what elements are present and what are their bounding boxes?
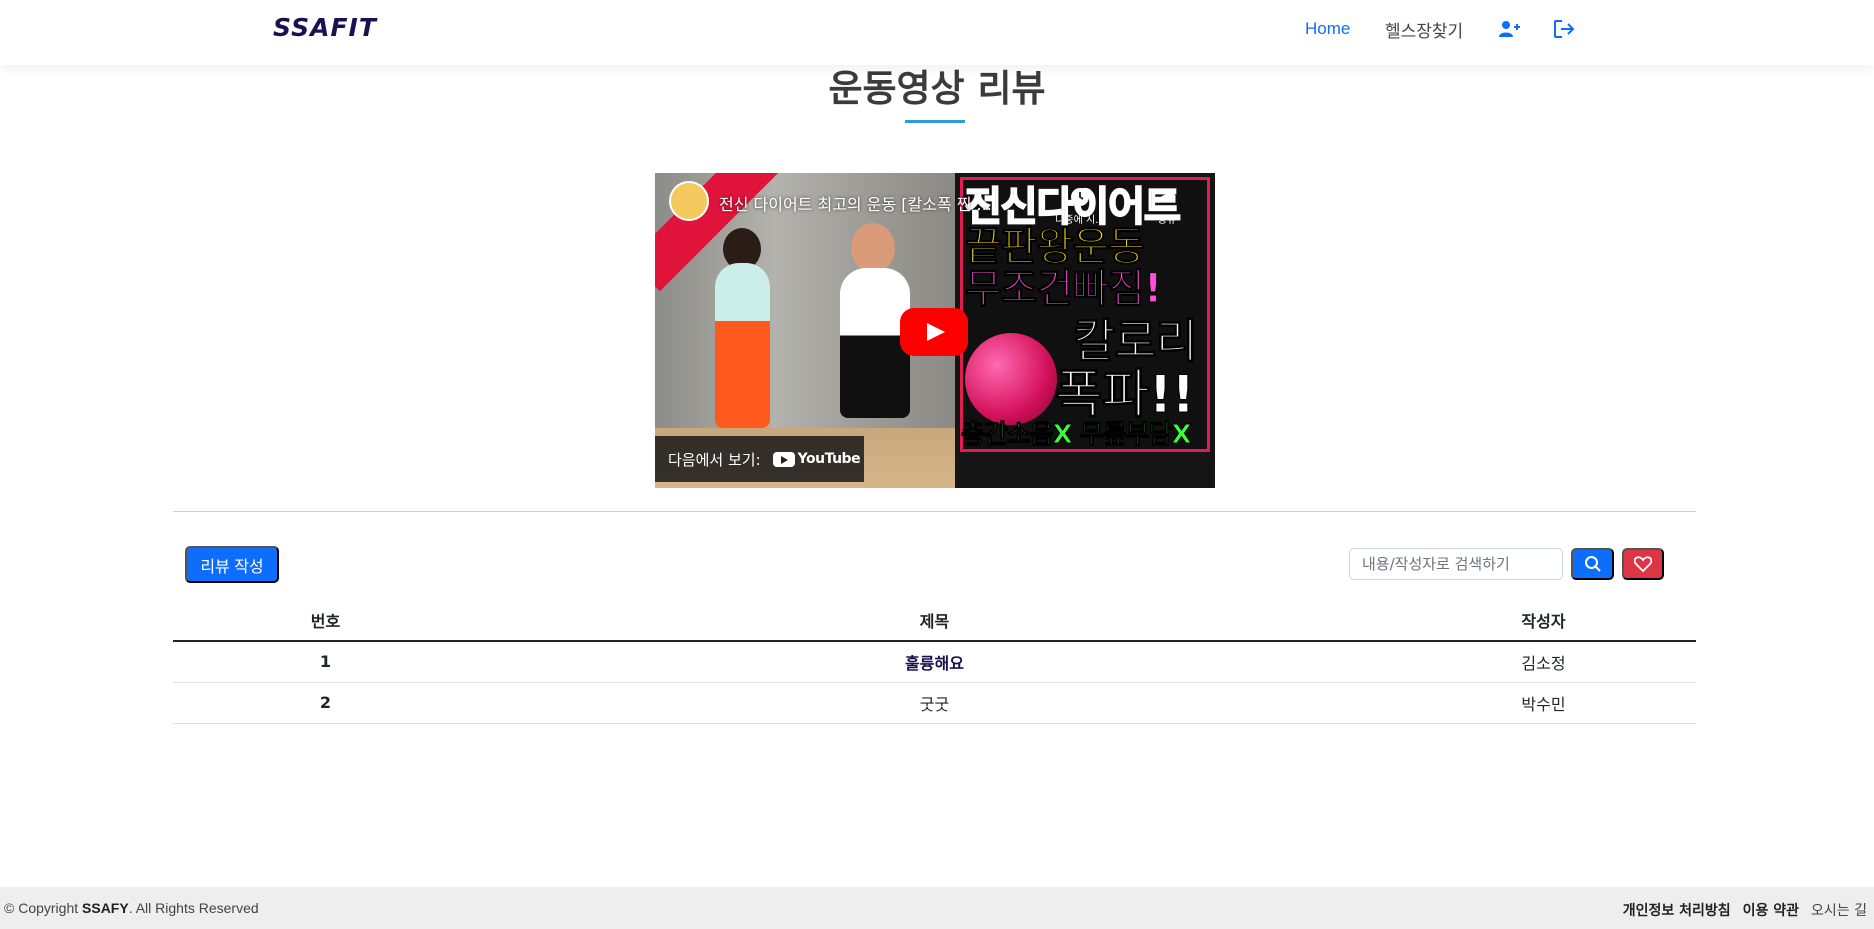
write-review-button[interactable]: 리뷰 작성 bbox=[185, 546, 279, 583]
search-input[interactable] bbox=[1349, 548, 1563, 580]
search-button[interactable] bbox=[1571, 548, 1614, 580]
search-icon bbox=[1584, 556, 1601, 572]
copyright-suffix: . All Rights Reserved bbox=[128, 900, 259, 916]
watch-later-button[interactable]: 나중에 시... bbox=[1050, 187, 1110, 226]
copyright-text: © Copyright SSAFY. All Rights Reserved bbox=[4, 900, 259, 916]
section-divider bbox=[173, 511, 1696, 512]
review-table: 번호 제목 작성자 1 훌륭해요 김소정 2 굿굿 박수민 bbox=[173, 600, 1696, 724]
play-button[interactable] bbox=[900, 308, 968, 356]
table-row: 1 훌륭해요 김소정 bbox=[173, 641, 1696, 683]
review-title-cell: 굿굿 bbox=[478, 682, 1391, 724]
thumbnail-text: 무조건빠짐! bbox=[964, 266, 1162, 312]
share-label: 공유 bbox=[1157, 215, 1177, 226]
youtube-logo: YouTube bbox=[772, 451, 861, 467]
footer: © Copyright SSAFY. All Rights Reserved 개… bbox=[0, 887, 1874, 929]
site-logo[interactable]: SSAFIT bbox=[273, 13, 377, 42]
logout-icon[interactable] bbox=[1552, 17, 1576, 41]
column-header-number: 번호 bbox=[173, 600, 478, 642]
copyright-brand: SSAFY bbox=[82, 900, 129, 916]
thumbnail-text: 층간소음X 무릎부담X bbox=[961, 420, 1193, 451]
directions-link[interactable]: 오시는 길 bbox=[1811, 900, 1867, 920]
video-person-head bbox=[851, 223, 895, 273]
table-row: 2 굿굿 박수민 bbox=[173, 682, 1696, 724]
review-title-cell: 훌륭해요 bbox=[478, 641, 1391, 683]
youtube-video-embed[interactable]: 전신다이어트 끝판왕운동 무조건빠짐! 칼로리 폭파!! 층간소음X 무릎부담X… bbox=[655, 173, 1215, 488]
privacy-policy-link[interactable]: 개인정보 처리방침 bbox=[1623, 900, 1731, 920]
bomb-graphic bbox=[965, 333, 1057, 425]
nav-gym-finder-link[interactable]: 헬스장찾기 bbox=[1385, 0, 1463, 58]
review-author: 박수민 bbox=[1391, 682, 1696, 724]
page-title: 운동영상 리뷰 bbox=[828, 67, 1046, 110]
thumbnail-text: 끝판왕운동 bbox=[965, 224, 1146, 270]
review-title-link[interactable]: 굿굿 bbox=[920, 695, 949, 714]
share-button[interactable]: 공유 bbox=[1137, 187, 1197, 226]
review-number: 2 bbox=[173, 682, 478, 724]
watch-later-label: 나중에 시... bbox=[1055, 215, 1105, 226]
watch-on-youtube-button[interactable]: 다음에서 보기: YouTube bbox=[655, 436, 864, 482]
heart-icon bbox=[1634, 556, 1652, 572]
nav-home-link[interactable]: Home bbox=[1305, 0, 1350, 58]
review-title-link[interactable]: 훌륭해요 bbox=[905, 654, 964, 673]
review-author: 김소정 bbox=[1391, 641, 1696, 683]
review-number: 1 bbox=[173, 641, 478, 683]
terms-link[interactable]: 이용 약관 bbox=[1743, 900, 1799, 920]
footer-links: 개인정보 처리방침 이용 약관 오시는 길 bbox=[1623, 900, 1867, 920]
title-underline bbox=[905, 120, 965, 123]
copyright-prefix: © Copyright bbox=[4, 900, 83, 916]
column-header-author: 작성자 bbox=[1391, 600, 1696, 642]
user-plus-icon[interactable] bbox=[1497, 17, 1521, 41]
youtube-play-icon bbox=[772, 451, 795, 467]
column-header-title: 제목 bbox=[478, 600, 1391, 642]
top-navbar: SSAFIT Home 헬스장찾기 bbox=[0, 0, 1874, 65]
video-title[interactable]: 전신 다이어트 최고의 운동 [칼소폭 찐 ... bbox=[719, 191, 992, 215]
watch-on-label: 다음에서 보기: bbox=[668, 450, 761, 469]
share-icon bbox=[1158, 190, 1176, 204]
youtube-wordmark: YouTube bbox=[797, 451, 861, 467]
clock-icon bbox=[1071, 188, 1089, 206]
table-header-row: 번호 제목 작성자 bbox=[173, 600, 1696, 642]
channel-avatar[interactable] bbox=[669, 181, 709, 221]
video-person bbox=[715, 263, 770, 428]
thumbnail-text: 폭파!! bbox=[1054, 365, 1195, 425]
thumbnail-text: 칼로리 bbox=[1073, 314, 1199, 368]
like-button[interactable] bbox=[1622, 548, 1664, 580]
